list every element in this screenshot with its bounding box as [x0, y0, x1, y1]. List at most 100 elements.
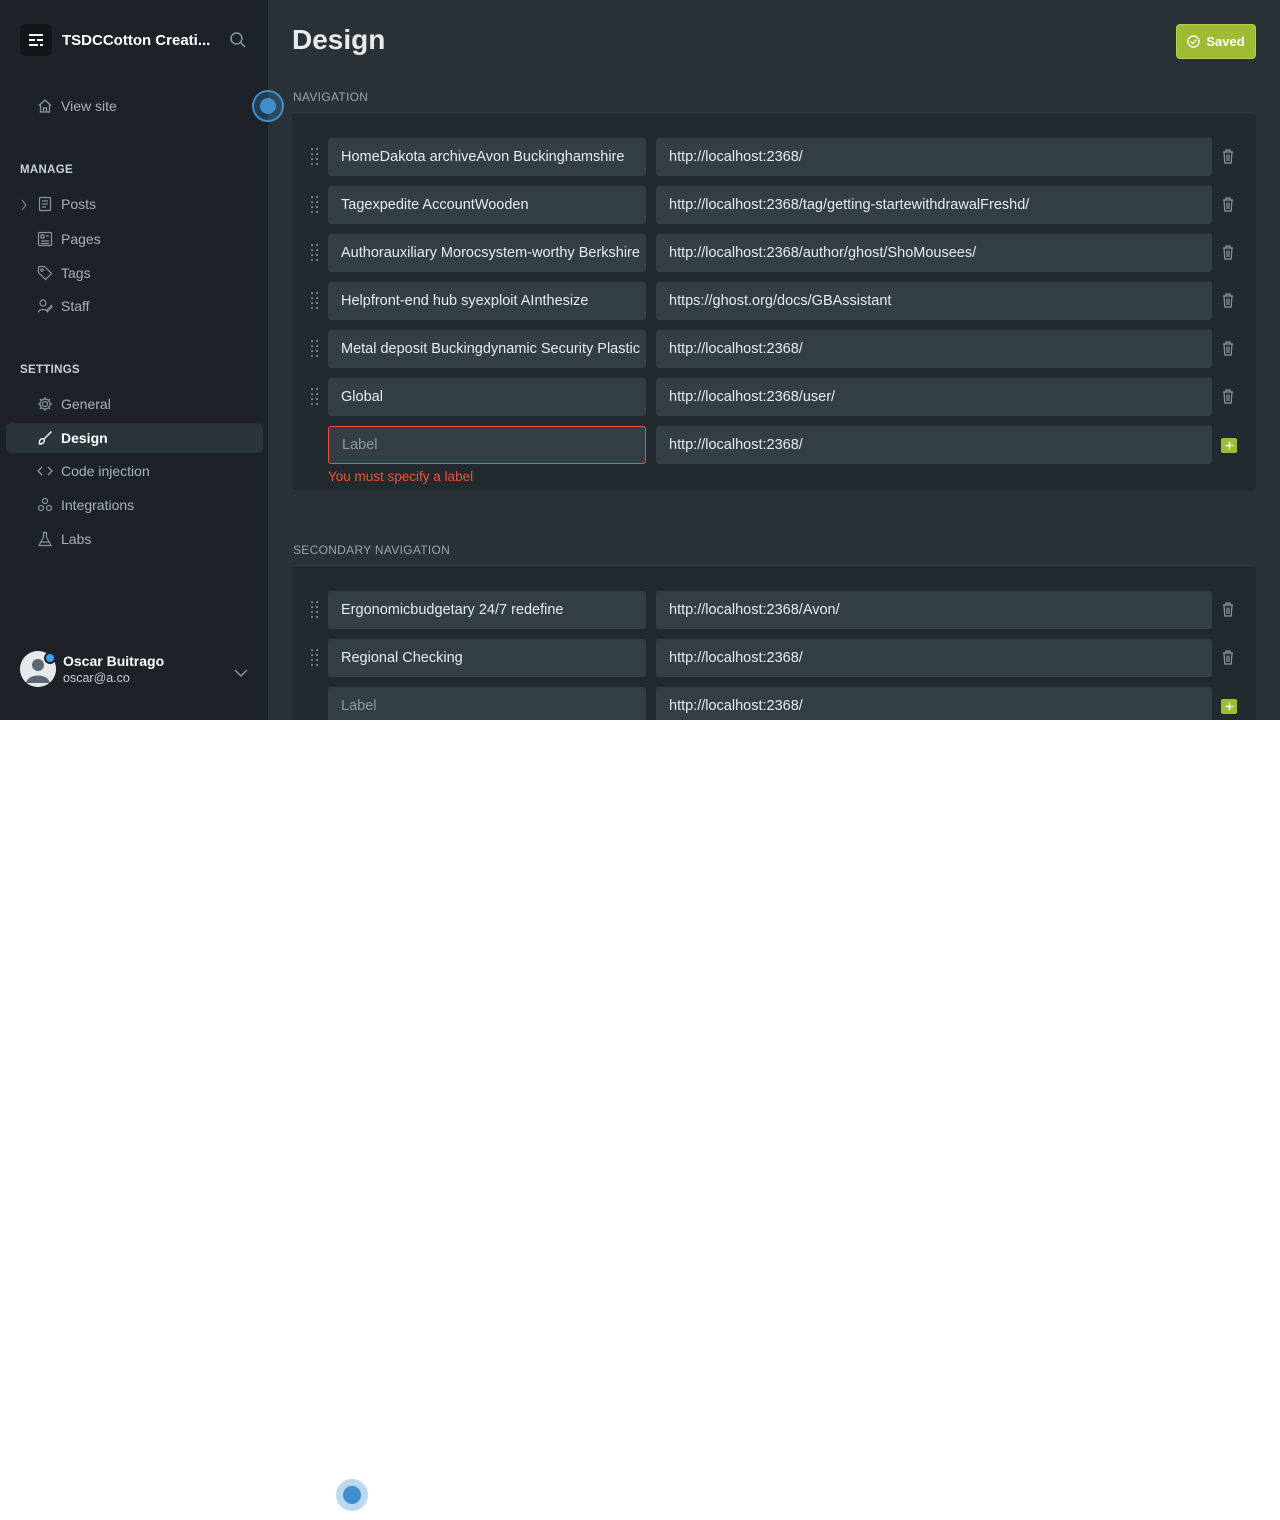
sidebar-item-pages[interactable]: Pages: [6, 224, 263, 254]
search-icon[interactable]: [229, 31, 249, 51]
app-window: TSDCCotton Creati... View site MANAGE Po…: [0, 0, 1280, 720]
trash-icon[interactable]: [1222, 389, 1236, 405]
gear-icon: [36, 396, 53, 413]
settings-heading: SETTINGS: [20, 364, 80, 376]
drag-handle-icon[interactable]: [310, 148, 320, 166]
integrations-icon: [36, 497, 53, 514]
add-item-button[interactable]: [1221, 699, 1237, 714]
nav-url-input[interactable]: http://localhost:2368/: [656, 330, 1212, 368]
trash-icon[interactable]: [1222, 293, 1236, 309]
secondary-navigation-panel: Ergonomicbudgetary 24/7 redefine http://…: [292, 565, 1256, 720]
navigation-heading: NAVIGATION: [293, 90, 369, 104]
sidebar-item-labs[interactable]: Labs: [6, 524, 263, 554]
chevron-down-icon[interactable]: [234, 665, 248, 677]
sidebar-item-label: Pages: [61, 231, 101, 247]
trash-icon[interactable]: [1222, 197, 1236, 213]
sidebar-item-general[interactable]: General: [6, 389, 263, 419]
view-site-label: View site: [61, 98, 117, 114]
nav-item-row: Regional Checking http://localhost:2368/: [292, 639, 1256, 677]
sidebar-item-label: Labs: [61, 531, 92, 547]
sidebar-item-label: Tags: [61, 265, 91, 281]
trash-icon[interactable]: [1222, 341, 1236, 357]
sidebar-item-staff[interactable]: Staff: [6, 291, 263, 321]
sidebar-item-label: Integrations: [61, 497, 135, 513]
plus-icon: [1225, 702, 1233, 711]
nav-item-row: Global http://localhost:2368/user/: [292, 378, 1256, 416]
drag-handle-icon[interactable]: [310, 601, 320, 619]
nav-new-item-row: Label http://localhost:2368/: [292, 426, 1256, 464]
drag-handle-icon[interactable]: [310, 244, 320, 262]
chevron-right-icon[interactable]: [20, 198, 30, 211]
user-menu[interactable]: Oscar Buitrago oscar@a.co: [20, 651, 164, 687]
check-circle-icon: [1187, 35, 1201, 48]
nav-item-row: Helpfront-end hub syexploit AInthesize h…: [292, 282, 1256, 320]
nav-item-row: Metal deposit Buckingdynamic Security Pl…: [292, 330, 1256, 368]
nav-label-input[interactable]: Metal deposit Buckingdynamic Security Pl…: [328, 330, 646, 368]
new-nav-label-input[interactable]: Label: [328, 426, 646, 464]
nav-url-input[interactable]: http://localhost:2368/author/ghost/ShoMo…: [656, 234, 1212, 272]
main-content: Design Saved NAVIGATION HomeDakota archi…: [268, 0, 1280, 720]
nav-url-input[interactable]: http://localhost:2368/: [656, 138, 1212, 176]
sidebar-item-label: Design: [61, 430, 108, 446]
site-logo-icon: [20, 24, 52, 56]
nav-url-input[interactable]: http://localhost:2368/Avon/: [656, 591, 1212, 629]
notification-dot: [44, 652, 56, 664]
nav-item-row: Tagexpedite AccountWooden http://localho…: [292, 186, 1256, 224]
nav-item-row: HomeDakota archiveAvon Buckinghamshire h…: [292, 138, 1256, 176]
nav-label-input[interactable]: Authorauxiliary Morocsystem-worthy Berks…: [328, 234, 646, 272]
page-title: Design: [292, 24, 386, 55]
user-email: oscar@a.co: [63, 671, 130, 685]
nav-url-input[interactable]: http://localhost:2368/: [656, 639, 1212, 677]
cursor-indicator: [252, 90, 284, 122]
nav-label-input[interactable]: Tagexpedite AccountWooden: [328, 186, 646, 224]
trash-icon[interactable]: [1222, 650, 1236, 666]
add-item-button[interactable]: [1221, 438, 1237, 453]
sidebar-item-label: General: [61, 396, 111, 412]
trash-icon[interactable]: [1222, 602, 1236, 618]
nav-new-item-row: Label http://localhost:2368/: [292, 687, 1256, 720]
posts-icon: [36, 196, 53, 213]
sidebar-item-integrations[interactable]: Integrations: [6, 490, 263, 520]
nav-url-input[interactable]: https://ghost.org/docs/GBAssistant: [656, 282, 1212, 320]
nav-url-input[interactable]: http://localhost:2368/tag/getting-starte…: [656, 186, 1212, 224]
site-title: TSDCCotton Creati...: [62, 31, 211, 49]
nav-label-input[interactable]: Helpfront-end hub syexploit AInthesize: [328, 282, 646, 320]
site-brand[interactable]: TSDCCotton Creati...: [20, 24, 214, 56]
saved-button[interactable]: Saved: [1176, 24, 1256, 59]
drag-handle-icon[interactable]: [310, 292, 320, 310]
staff-icon: [36, 298, 53, 315]
view-site-link[interactable]: View site: [6, 91, 263, 121]
nav-label-input[interactable]: Regional Checking: [328, 639, 646, 677]
nav-url-input[interactable]: http://localhost:2368/user/: [656, 378, 1212, 416]
cursor-indicator: [336, 1479, 368, 1511]
pages-icon: [36, 231, 53, 248]
new-nav-url-input[interactable]: http://localhost:2368/: [656, 687, 1212, 720]
new-nav-url-input[interactable]: http://localhost:2368/: [656, 426, 1212, 464]
new-nav-label-input[interactable]: Label: [328, 687, 646, 720]
nav-item-row: Ergonomicbudgetary 24/7 redefine http://…: [292, 591, 1256, 629]
trash-icon[interactable]: [1222, 149, 1236, 165]
drag-handle-icon[interactable]: [310, 196, 320, 214]
plus-icon: [1225, 441, 1233, 450]
trash-icon[interactable]: [1222, 245, 1236, 261]
manage-heading: MANAGE: [20, 164, 73, 176]
drag-handle-icon[interactable]: [310, 340, 320, 358]
brush-icon: [36, 430, 53, 447]
nav-label-input[interactable]: Ergonomicbudgetary 24/7 redefine: [328, 591, 646, 629]
label-error-message: You must specify a label: [328, 469, 474, 484]
sidebar-item-posts[interactable]: Posts: [6, 189, 263, 219]
saved-label: Saved: [1206, 34, 1245, 49]
drag-handle-icon[interactable]: [310, 649, 320, 667]
nav-label-input[interactable]: Global: [328, 378, 646, 416]
home-icon: [36, 98, 53, 115]
drag-handle-icon[interactable]: [310, 388, 320, 406]
tag-icon: [36, 265, 53, 282]
code-icon: [36, 463, 53, 480]
sidebar-item-label: Staff: [61, 298, 90, 314]
nav-label-input[interactable]: HomeDakota archiveAvon Buckinghamshire: [328, 138, 646, 176]
sidebar-item-design[interactable]: Design: [6, 423, 263, 453]
sidebar-item-tags[interactable]: Tags: [6, 258, 263, 288]
sidebar-item-label: Posts: [61, 196, 97, 212]
flask-icon: [36, 531, 53, 548]
sidebar-item-code-injection[interactable]: Code injection: [6, 456, 263, 486]
